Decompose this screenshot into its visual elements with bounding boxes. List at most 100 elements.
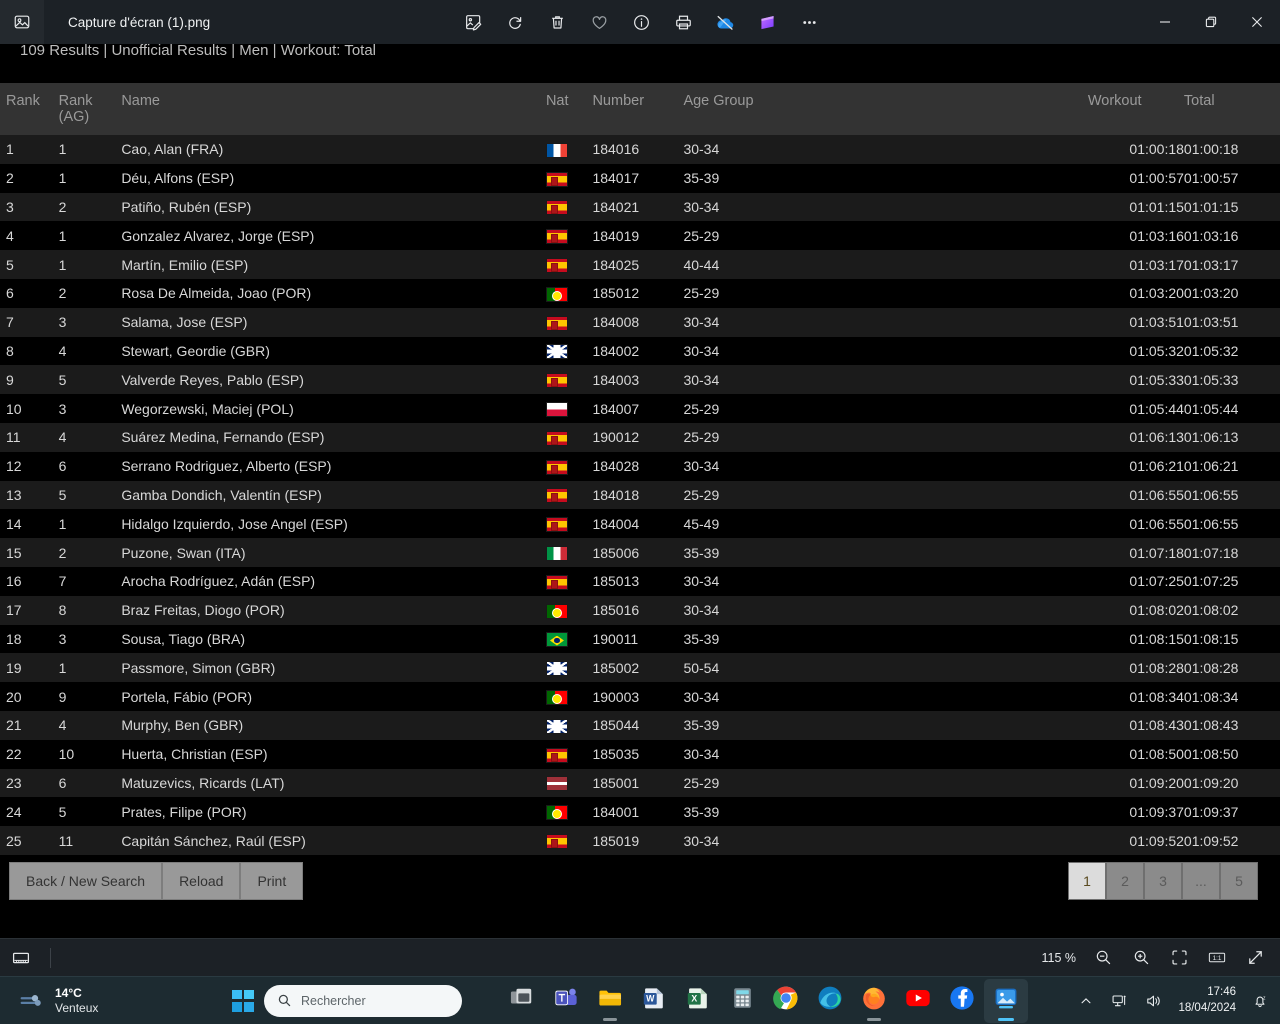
fullscreen-icon[interactable] — [1244, 947, 1266, 969]
restore-button[interactable] — [1188, 0, 1234, 44]
col-rank-ag[interactable]: Rank (AG) — [58, 83, 122, 135]
table-row[interactable]: 24 5 Prates, Filipe (POR) 184001 35-39 01:09:… — [0, 797, 1280, 827]
minimize-button[interactable] — [1142, 0, 1188, 44]
cell-name[interactable]: Wegorzewski, Maciej (POL) — [121, 394, 546, 423]
table-row[interactable]: 8 4 Stewart, Geordie (GBR) 184002 30-34 01:05… — [0, 336, 1280, 366]
taskbar-app-google-chrome[interactable] — [764, 979, 808, 1023]
table-row[interactable]: 13 5 Gamba Dondich, Valentín (ESP) 184018 25… — [0, 480, 1280, 510]
cell-name[interactable]: Sousa, Tiago (BRA) — [121, 624, 546, 654]
col-total[interactable]: Total — [1183, 83, 1280, 135]
table-row[interactable]: 21 4 Murphy, Ben (GBR) 185044 35-39 01:08:43 0… — [0, 710, 1280, 740]
col-name[interactable]: Name — [121, 83, 546, 135]
cell-name[interactable]: Salama, Jose (ESP) — [121, 307, 546, 337]
col-age-group[interactable]: Age Group — [683, 83, 1088, 135]
cell-name[interactable]: Martín, Emilio (ESP) — [121, 250, 546, 279]
more-options-icon[interactable] — [798, 11, 820, 33]
cell-name[interactable]: Déu, Alfons (ESP) — [121, 163, 546, 193]
cell-name[interactable]: Passmore, Simon (GBR) — [121, 653, 546, 683]
network-icon[interactable] — [1110, 991, 1130, 1011]
cell-name[interactable]: Huerta, Christian (ESP) — [121, 739, 546, 769]
table-row[interactable]: 12 6 Serrano Rodriguez, Alberto (ESP) 18402… — [0, 451, 1280, 481]
table-row[interactable]: 4 1 Gonzalez Alvarez, Jorge (ESP) 184019 25-… — [0, 221, 1280, 251]
cell-name[interactable]: Rosa De Almeida, Joao (POR) — [121, 278, 546, 308]
table-row[interactable]: 6 2 Rosa De Almeida, Joao (POR) 185012 25-29… — [0, 278, 1280, 308]
taskbar-app-microsoft-word[interactable]: W — [632, 979, 676, 1023]
table-row[interactable]: 1 1 Cao, Alan (FRA) 184016 30-34 01:00:18 01:0… — [0, 135, 1280, 164]
col-rank[interactable]: Rank — [0, 83, 59, 135]
cell-name[interactable]: Valverde Reyes, Pablo (ESP) — [121, 365, 546, 395]
edit-image-icon[interactable] — [462, 11, 484, 33]
taskbar-clock[interactable]: 17:46 18/04/2024 — [1178, 985, 1236, 1015]
delete-icon[interactable] — [546, 11, 568, 33]
table-row[interactable]: 5 1 Martín, Emilio (ESP) 184025 40-44 01:03:1… — [0, 250, 1280, 279]
actual-size-icon[interactable]: 1:1 — [1206, 947, 1228, 969]
taskbar-app-photos[interactable] — [984, 978, 1028, 1023]
table-row[interactable]: 18 3 Sousa, Tiago (BRA) 190011 35-39 01:08:15… — [0, 624, 1280, 654]
table-row[interactable]: 9 5 Valverde Reyes, Pablo (ESP) 184003 30-34… — [0, 365, 1280, 395]
table-row[interactable]: 15 2 Puzone, Swan (ITA) 185006 35-39 01:07:18… — [0, 538, 1280, 567]
table-row[interactable]: 17 8 Braz Freitas, Diogo (POR) 185016 30-34 0… — [0, 595, 1280, 625]
taskbar-app-firefox[interactable] — [852, 979, 896, 1023]
cell-name[interactable]: Patiño, Rubén (ESP) — [121, 192, 546, 222]
image-viewer-canvas[interactable]: 109 Results | Unofficial Results | Men |… — [0, 44, 1280, 938]
table-row[interactable]: 2 1 Déu, Alfons (ESP) 184017 35-39 01:00:57 01… — [0, 163, 1280, 193]
cell-name[interactable]: Prates, Filipe (POR) — [121, 797, 546, 827]
onedrive-off-icon[interactable] — [714, 11, 736, 33]
cell-name[interactable]: Braz Freitas, Diogo (POR) — [121, 595, 546, 625]
pagination-page-5[interactable]: 5 — [1220, 861, 1258, 900]
cell-name[interactable]: Suárez Medina, Fernando (ESP) — [121, 422, 546, 452]
cell-name[interactable]: Stewart, Geordie (GBR) — [121, 336, 546, 366]
volume-icon[interactable] — [1144, 991, 1164, 1011]
table-row[interactable]: 7 3 Salama, Jose (ESP) 184008 30-34 01:03:51 0… — [0, 307, 1280, 337]
cell-name[interactable]: Portela, Fábio (POR) — [121, 682, 546, 711]
rotate-icon[interactable] — [504, 11, 526, 33]
table-row[interactable]: 10 3 Wegorzewski, Maciej (POL) 184007 25-29 0… — [0, 394, 1280, 423]
taskbar-app-facebook[interactable] — [940, 979, 984, 1023]
taskbar-app-microsoft-teams[interactable] — [544, 979, 588, 1023]
taskbar-app-calculator[interactable] — [720, 979, 764, 1023]
pagination-page-1[interactable]: 1 — [1068, 861, 1106, 900]
cell-name[interactable]: Puzone, Swan (ITA) — [121, 538, 546, 567]
pagination-page-moremoremore[interactable]: ... — [1182, 861, 1220, 900]
table-row[interactable]: 20 9 Portela, Fábio (POR) 190003 30-34 01:08:… — [0, 682, 1280, 711]
table-row[interactable]: 3 2 Patiño, Rubén (ESP) 184021 30-34 01:01:15… — [0, 192, 1280, 222]
pagination-page-3[interactable]: 3 — [1144, 861, 1182, 900]
cell-name[interactable]: Serrano Rodriguez, Alberto (ESP) — [121, 451, 546, 481]
info-icon[interactable] — [630, 11, 652, 33]
favorite-heart-icon[interactable] — [588, 11, 610, 33]
print-icon[interactable] — [672, 11, 694, 33]
taskbar-app-microsoft-edge[interactable] — [808, 979, 852, 1023]
table-row[interactable]: 19 1 Passmore, Simon (GBR) 185002 50-54 01:08… — [0, 653, 1280, 683]
clipchamp-icon[interactable] — [756, 11, 778, 33]
col-workout[interactable]: Workout — [1087, 83, 1184, 135]
table-row[interactable]: 16 7 Arocha Rodríguez, Adán (ESP) 185013 30-… — [0, 566, 1280, 596]
reload-button[interactable]: Reload — [162, 861, 241, 900]
table-row[interactable]: 22 10 Huerta, Christian (ESP) 185035 30-34 01… — [0, 739, 1280, 769]
table-row[interactable]: 23 6 Matuzevics, Ricards (LAT) 185001 25-29 0… — [0, 768, 1280, 798]
chevron-up-icon[interactable] — [1076, 991, 1096, 1011]
taskbar-app-microsoft-excel[interactable]: X — [676, 979, 720, 1023]
weather-widget[interactable]: 14°C Venteux — [0, 986, 98, 1015]
pagination-page-2[interactable]: 2 — [1106, 861, 1144, 900]
cell-name[interactable]: Matuzevics, Ricards (LAT) — [121, 768, 546, 798]
taskbar-app-task-view[interactable] — [500, 979, 544, 1023]
col-number[interactable]: Number — [592, 83, 684, 135]
filmstrip-icon[interactable] — [10, 947, 32, 969]
table-row[interactable]: 25 11 Capitán Sánchez, Raúl (ESP) 185019 30-… — [0, 826, 1280, 855]
notification-bell-dnd-icon[interactable]: z — [1250, 991, 1270, 1011]
cell-name[interactable]: Murphy, Ben (GBR) — [121, 710, 546, 740]
cell-name[interactable]: Hidalgo Izquierdo, Jose Angel (ESP) — [121, 509, 546, 539]
back-new-search-button[interactable]: Back / New Search — [9, 861, 163, 900]
cell-name[interactable]: Arocha Rodríguez, Adán (ESP) — [121, 566, 546, 596]
zoom-in-icon[interactable] — [1130, 947, 1152, 969]
taskbar-app-file-explorer[interactable] — [588, 979, 632, 1023]
cell-name[interactable]: Cao, Alan (FRA) — [121, 135, 546, 164]
table-row[interactable]: 11 4 Suárez Medina, Fernando (ESP) 190012 25… — [0, 422, 1280, 452]
cell-name[interactable]: Gonzalez Alvarez, Jorge (ESP) — [121, 221, 546, 251]
windows-start-icon[interactable] — [232, 989, 254, 1012]
zoom-out-icon[interactable] — [1092, 947, 1114, 969]
table-row[interactable]: 14 1 Hidalgo Izquierdo, Jose Angel (ESP) 18… — [0, 509, 1280, 539]
col-nat[interactable]: Nat — [545, 83, 593, 135]
close-button[interactable] — [1234, 0, 1280, 44]
taskbar-app-youtube[interactable] — [896, 979, 940, 1023]
